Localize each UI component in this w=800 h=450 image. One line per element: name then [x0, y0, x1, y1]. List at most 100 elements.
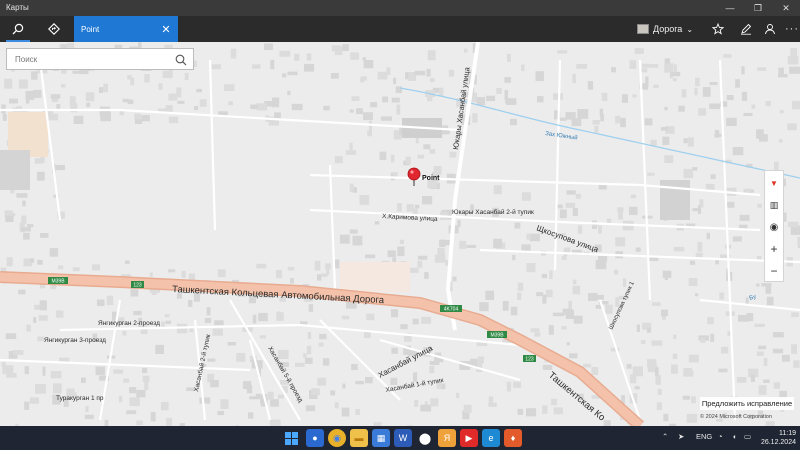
- building: [85, 406, 89, 412]
- building: [414, 70, 426, 76]
- building: [118, 395, 123, 403]
- building: [433, 166, 442, 175]
- directions-button[interactable]: [36, 16, 72, 42]
- taskbar-yandex[interactable]: Я: [438, 429, 456, 447]
- building: [765, 101, 771, 107]
- building: [662, 136, 670, 145]
- taskbar-edge[interactable]: e: [482, 429, 500, 447]
- building: [144, 74, 150, 83]
- building: [773, 382, 780, 389]
- building: [756, 255, 762, 260]
- building: [400, 324, 408, 330]
- clock[interactable]: 11:19 26.12.2024: [756, 429, 796, 447]
- building: [598, 225, 602, 234]
- suggest-correction-button[interactable]: Предложить исправление: [700, 397, 794, 410]
- building: [255, 393, 261, 399]
- minimize-button[interactable]: —: [716, 0, 744, 16]
- tray-chevron-up-icon[interactable]: ⌃: [662, 432, 668, 441]
- shield-4k704: 4K704: [444, 307, 459, 313]
- close-tab-icon[interactable]: ✕: [159, 21, 173, 37]
- building: [211, 64, 221, 70]
- start-button[interactable]: [282, 429, 300, 447]
- building: [650, 139, 657, 146]
- search-input[interactable]: [15, 52, 175, 67]
- taskbar-youtube[interactable]: ▶: [460, 429, 478, 447]
- building: [84, 414, 94, 420]
- building: [698, 108, 706, 116]
- label-canal: Зах Южный: [545, 130, 578, 141]
- search-box[interactable]: [6, 48, 194, 70]
- building: [572, 285, 581, 295]
- building: [632, 94, 637, 98]
- taskbar-app-meet[interactable]: ●: [306, 429, 324, 447]
- building: [397, 246, 405, 257]
- battery-icon[interactable]: ▭: [744, 432, 751, 441]
- building: [649, 64, 659, 68]
- building: [278, 394, 284, 399]
- building: [405, 156, 411, 165]
- building: [595, 260, 607, 270]
- building: [502, 301, 509, 311]
- label-yangikurgan-3: Янгикурган 3-проезд: [44, 337, 106, 344]
- my-location-button[interactable]: ◉: [765, 217, 783, 237]
- building: [1, 362, 6, 367]
- volume-icon[interactable]: ◖: [732, 432, 737, 441]
- building: [745, 297, 749, 304]
- building: [72, 267, 80, 272]
- building: [304, 357, 313, 364]
- building: [214, 320, 224, 326]
- building: [452, 276, 457, 282]
- maximize-button[interactable]: ❐: [744, 0, 772, 16]
- building: [521, 64, 525, 72]
- taskbar-app-pin[interactable]: ♦: [504, 429, 522, 447]
- close-window-button[interactable]: ✕: [772, 0, 800, 16]
- building: [395, 86, 403, 93]
- taskbar-calculator[interactable]: ▦: [372, 429, 390, 447]
- taskbar-explorer[interactable]: ▬: [350, 429, 368, 447]
- clock-time: 11:19: [779, 430, 796, 437]
- map-canvas[interactable]: M39B 123 4K704 M39B 123 Юкары Хасанбай у…: [0, 42, 800, 426]
- zoom-in-button[interactable]: +: [765, 239, 783, 259]
- tilt-button[interactable]: ▥: [765, 195, 783, 215]
- building: [695, 77, 700, 87]
- building: [615, 237, 626, 247]
- building: [439, 87, 444, 97]
- map-style-dropdown[interactable]: Дорога ⌄: [637, 16, 695, 42]
- building: [756, 351, 764, 356]
- zoom-out-button[interactable]: −: [765, 261, 783, 281]
- building: [620, 117, 626, 128]
- building: [683, 370, 694, 377]
- map-controls: ▼ ▥ ◉ + −: [764, 170, 784, 282]
- building: [335, 259, 340, 269]
- taskbar-word[interactable]: W: [394, 429, 412, 447]
- building: [355, 380, 364, 385]
- building: [18, 289, 26, 295]
- building: [256, 103, 268, 111]
- building: [144, 381, 149, 391]
- search-tab-button[interactable]: [0, 16, 36, 42]
- compass-button[interactable]: ▼: [765, 173, 783, 193]
- more-button[interactable]: ···: [774, 16, 800, 42]
- taskbar-chrome[interactable]: ◉: [328, 429, 346, 447]
- building: [514, 222, 521, 229]
- label-turakurgan-1: Туракурган 1 пр: [56, 395, 104, 402]
- building: [230, 48, 237, 59]
- building: [352, 235, 363, 246]
- building: [282, 73, 287, 78]
- building: [663, 413, 669, 422]
- building: [576, 64, 587, 69]
- building: [155, 344, 164, 354]
- tray-send-icon[interactable]: ➤: [678, 432, 684, 441]
- search-icon[interactable]: [174, 53, 188, 67]
- building: [166, 417, 173, 426]
- building: [129, 387, 137, 394]
- building: [349, 229, 358, 234]
- building: [572, 208, 578, 216]
- building: [256, 263, 267, 269]
- language-indicator[interactable]: ENG: [696, 432, 712, 441]
- wifi-icon[interactable]: ◔: [718, 432, 723, 441]
- taskbar-maps[interactable]: ⬤: [416, 429, 434, 447]
- building: [553, 407, 563, 415]
- building: [5, 215, 14, 223]
- tab-point[interactable]: Point ✕: [74, 16, 178, 42]
